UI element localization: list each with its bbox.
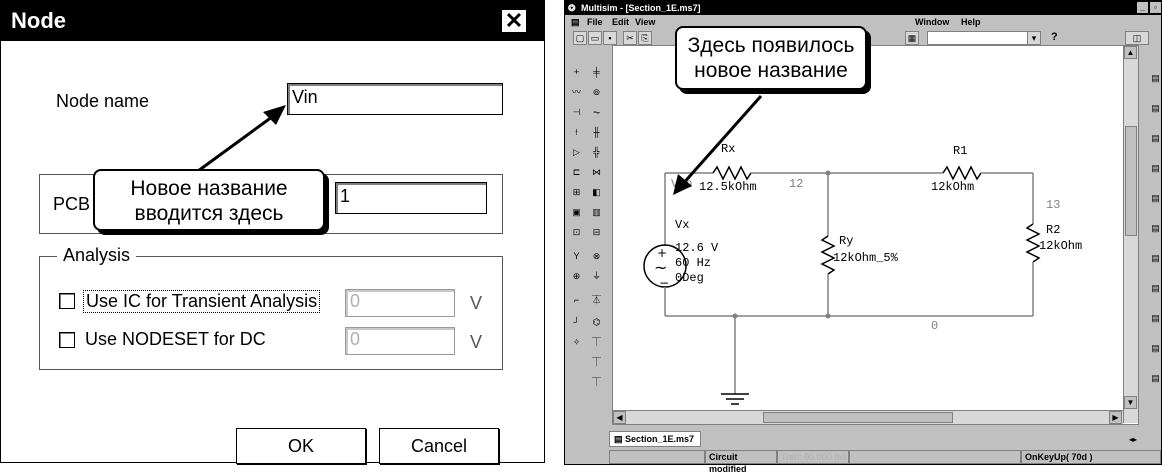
status-key: OnKeyUp( 70d ) <box>1021 450 1161 464</box>
palette-opamp-icon[interactable]: ▷ <box>569 145 584 159</box>
scroll-right-icon[interactable]: ▶ <box>1109 411 1122 424</box>
node-dialog: Node ✕ Node name Vin PCB 1 Analysis Use … <box>0 0 545 464</box>
canvas-callout-arrow-icon <box>673 95 763 195</box>
cut-icon[interactable]: ✂ <box>623 31 637 45</box>
palette-power-icon[interactable]: + <box>569 65 584 79</box>
scroll-up-icon[interactable]: ▲ <box>1124 46 1137 59</box>
palette-ladder-icon[interactable]: ⊡ <box>569 225 584 239</box>
instrument-converter-icon[interactable]: ▤ <box>1148 281 1162 295</box>
palette-probe-icon[interactable]: ⊗ <box>589 249 604 263</box>
palette-ttl-icon[interactable]: ╬ <box>589 145 604 159</box>
instrument-word-icon[interactable]: ▤ <box>1148 221 1162 235</box>
palette-cap-icon[interactable]: ╫ <box>589 125 604 139</box>
canvas-callout-line1: Здесь появилось <box>687 34 855 57</box>
multisim-titlebar: ❂ Multisim - [Section_1E.ms7] _ ▫ <box>565 1 1161 15</box>
menu-view[interactable]: View <box>635 17 655 27</box>
multisim-window: ❂ Multisim - [Section_1E.ms7] _ ▫ ▤ File… <box>564 0 1162 474</box>
instrument-distortion-icon[interactable]: ▤ <box>1148 311 1162 325</box>
scroll-down-icon[interactable]: ▼ <box>1124 396 1137 409</box>
palette-resistor-icon[interactable]: ⏦ <box>589 105 604 119</box>
instrument-strip: ▤ ▤ ▤ ▤ ▤ ▤ ▤ ▤ ▤ ▤ ▤ <box>1151 71 1161 401</box>
component-palette: + ╪ 〰 ⊚ ⊣ ⏦ ⟊ ╫ ▷ ╬ ⊏ ⋈ ⊞ ◧ ▣ ▥ ⊡ ⊟ Y ⊗ … <box>567 53 607 393</box>
vertical-scroll-thumb[interactable] <box>1125 126 1137 236</box>
scroll-left-icon[interactable]: ◀ <box>613 411 626 424</box>
tab-section-1e[interactable]: ▤ Section_1E.ms7 <box>609 431 701 447</box>
save-icon[interactable]: ▪ <box>603 31 617 45</box>
palette-plus-icon[interactable]: ╪ <box>589 65 604 79</box>
chevron-down-icon[interactable]: ▾ <box>1027 31 1041 45</box>
canvas-callout-line2: новое название <box>694 59 848 82</box>
tab-label: Section_1E.ms7 <box>625 434 695 444</box>
multisim-logo-icon: ❂ <box>568 3 576 13</box>
open-file-icon[interactable]: ▭ <box>588 31 602 45</box>
instrument-network-icon[interactable]: ▤ <box>1148 371 1162 385</box>
palette-vcc-icon[interactable]: ⏄ <box>589 293 604 307</box>
menu-help[interactable]: Help <box>961 17 981 27</box>
vertical-scrollbar[interactable]: ▲ ▼ <box>1123 46 1138 423</box>
palette-ground-icon[interactable]: ⏚ <box>589 269 604 283</box>
palette-place-icon[interactable]: ⊟ <box>589 225 604 239</box>
instrument-icon[interactable]: ◫ <box>1125 31 1149 45</box>
horizontal-scrollbar[interactable]: ◀ ▶ <box>613 410 1123 424</box>
canvas-callout: Здесь появилось новое название <box>675 26 867 90</box>
tab-scroll-arrows[interactable]: ◂▸ <box>1129 435 1153 447</box>
palette-mixed-icon[interactable]: ⊞ <box>569 185 584 199</box>
new-file-icon[interactable]: ▢ <box>573 31 587 45</box>
dialog-callout-line2: вводится здесь <box>134 202 284 225</box>
dialog-callout-line1: Новое название <box>130 177 288 200</box>
palette-junction-icon[interactable]: ⌬ <box>589 315 604 329</box>
schematic-canvas[interactable]: + ~ − Rx Vin 12.5kOhm 12 R1 12kOhm 13 R2… <box>612 26 1139 425</box>
grid-icon[interactable]: ▦ <box>905 31 919 45</box>
zoom-select[interactable] <box>927 31 1041 45</box>
status-circuit: Circuit modified <box>705 450 777 474</box>
help-icon[interactable]: ? <box>1051 31 1058 43</box>
palette-diode-icon[interactable]: ⊣ <box>569 105 584 119</box>
palette-misc-icon[interactable]: ⋈ <box>589 165 604 179</box>
menu-edit[interactable]: Edit <box>612 17 629 27</box>
status-empty-2 <box>849 450 1021 464</box>
document-icon: ▤ <box>614 434 626 444</box>
instrument-spectrum-icon[interactable]: ▤ <box>1148 341 1162 355</box>
palette-vss-icon[interactable]: ⏉ <box>589 375 604 389</box>
palette-search-icon[interactable]: ⊚ <box>589 85 604 99</box>
minimize-icon[interactable]: _ <box>1137 2 1148 13</box>
instrument-function-icon[interactable]: ▤ <box>1148 101 1162 115</box>
horizontal-scroll-thumb[interactable] <box>763 412 953 423</box>
instrument-scope-icon[interactable]: ▤ <box>1148 161 1162 175</box>
instrument-logic-icon[interactable]: ▤ <box>1148 251 1162 265</box>
restore-icon[interactable]: ▫ <box>1150 2 1161 13</box>
palette-meter-icon[interactable]: ⊕ <box>569 269 584 283</box>
palette-transistor-icon[interactable]: ⟊ <box>569 125 584 139</box>
status-tran: Tran: 00.000 ms <box>777 450 849 464</box>
palette-rf-icon[interactable]: ▣ <box>569 205 584 219</box>
palette-vee-icon[interactable]: ⏉ <box>589 355 604 369</box>
status-bar: Circuit modified Tran: 00.000 ms OnKeyUp… <box>565 450 1161 474</box>
instrument-bode-icon[interactable]: ▤ <box>1148 191 1162 205</box>
palette-wave-icon[interactable]: 〰 <box>569 85 584 99</box>
instrument-wattmeter-icon[interactable]: ▤ <box>1148 131 1162 145</box>
palette-indicator-icon[interactable]: ◧ <box>589 185 604 199</box>
palette-antenna-icon[interactable]: Y <box>569 249 584 263</box>
instrument-multimeter-icon[interactable]: ▤ <box>1148 71 1162 85</box>
multisim-title: Multisim - [Section_1E.ms7] <box>581 3 701 13</box>
menu-file[interactable]: File <box>587 17 603 27</box>
copy-icon[interactable]: ⎘ <box>638 31 652 45</box>
status-empty-1 <box>609 450 705 464</box>
document-icon: ▤ <box>571 17 580 27</box>
palette-vdd-icon[interactable]: ⏉ <box>589 335 604 349</box>
palette-wire-icon[interactable]: ┘ <box>569 315 584 329</box>
menu-window[interactable]: Window <box>915 17 949 27</box>
palette-bus-icon[interactable]: ⌐ <box>569 293 584 307</box>
palette-hb-icon[interactable]: ✧ <box>569 335 584 349</box>
palette-cmos-icon[interactable]: ⊏ <box>569 165 584 179</box>
palette-electro-icon[interactable]: ▥ <box>589 205 604 219</box>
dialog-callout: Новое название вводится здесь <box>93 169 325 231</box>
callout-arrow-icon <box>197 105 286 173</box>
